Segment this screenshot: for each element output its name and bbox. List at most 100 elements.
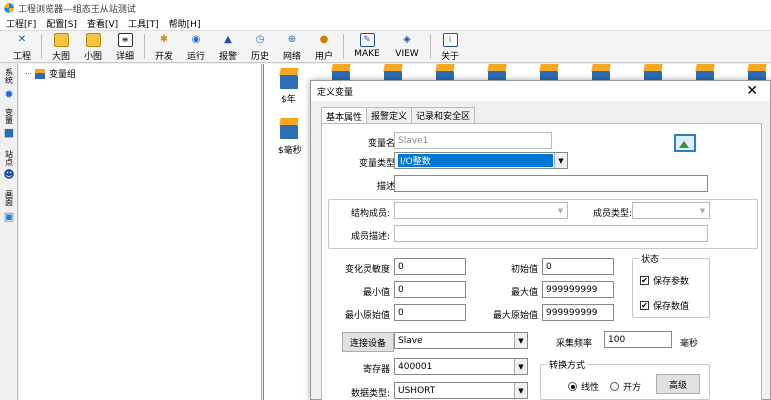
- save-params-checkbox[interactable]: ✔ 保存参数: [640, 274, 689, 287]
- toolbar-large-view-button[interactable]: 大图: [45, 31, 77, 62]
- menu-config[interactable]: 配置[S]: [46, 17, 77, 30]
- struct-member-select[interactable]: ▼: [394, 202, 568, 219]
- history-icon: ◷: [255, 34, 265, 45]
- cube-icon: ■: [3, 126, 15, 139]
- dialog-tabs: 基本属性 报警定义 记录和安全区: [321, 107, 476, 124]
- struct-member-label: 结构成员:: [350, 209, 390, 219]
- save-value-label: 保存数值: [653, 302, 690, 312]
- about-icon: i: [442, 33, 458, 47]
- radio-icon: [610, 382, 619, 391]
- variable-label: $毫秒: [278, 146, 302, 156]
- connect-device-button[interactable]: 连接设备: [342, 332, 394, 352]
- network-icon: ⊕: [287, 34, 297, 45]
- data-type-select[interactable]: USHORT ▼: [394, 382, 528, 399]
- init-label: 初始值: [510, 265, 538, 275]
- data-type-label: 数据类型:: [350, 389, 390, 399]
- toolbar-about-button[interactable]: i 关于: [434, 31, 466, 62]
- picture-icon[interactable]: [674, 134, 696, 152]
- toolbar-network-button[interactable]: ⊕ 网络: [276, 31, 308, 62]
- device-select[interactable]: Slave ▼: [394, 332, 528, 349]
- dialog-title-bar: 定义变量 ✕: [311, 81, 770, 101]
- var-type-value: I/O整数: [398, 154, 553, 167]
- variable-tree: 变量组: [19, 64, 262, 400]
- close-icon[interactable]: ✕: [746, 83, 758, 99]
- member-type-select[interactable]: ▼: [632, 202, 710, 219]
- chevron-down-icon[interactable]: ▼: [554, 153, 567, 168]
- toolbar-alarm-button[interactable]: ▲ 报警: [212, 31, 244, 62]
- chevron-down-icon[interactable]: ▼: [696, 203, 709, 218]
- cube-icon: [35, 68, 45, 79]
- register-select[interactable]: 400001 ▼: [394, 358, 528, 375]
- data-type-value: USHORT: [398, 385, 436, 396]
- sqrt-radio[interactable]: 开方: [610, 380, 641, 393]
- side-tab-system[interactable]: 系统: [2, 68, 16, 84]
- side-tab-label: 画面: [4, 190, 14, 206]
- max-raw-label: 最大原始值: [492, 311, 538, 321]
- menu-project[interactable]: 工程[F]: [6, 17, 36, 30]
- var-name-label: 变量名:: [367, 139, 398, 149]
- side-tab-stations[interactable]: 站点: [2, 150, 16, 166]
- advanced-button[interactable]: 高级: [656, 374, 700, 394]
- window-title: 工程浏览器---组态王从站测试: [18, 4, 136, 15]
- menu-tools[interactable]: 工具[T]: [128, 17, 159, 30]
- side-tab-variables[interactable]: 变量: [2, 108, 16, 124]
- run-icon: ◉: [191, 34, 201, 45]
- variable-item-year[interactable]: [278, 68, 300, 90]
- sensitivity-input[interactable]: 0: [394, 258, 466, 275]
- chevron-down-icon[interactable]: ▼: [514, 333, 527, 348]
- project-icon: ✕: [17, 34, 27, 45]
- min-raw-input[interactable]: 0: [394, 304, 466, 321]
- register-value: 400001: [398, 361, 433, 372]
- tab-alarm-definition[interactable]: 报警定义: [366, 107, 413, 123]
- var-type-select[interactable]: I/O整数 ▼: [394, 152, 568, 169]
- make-icon: ✎: [359, 33, 375, 47]
- tab-basic-properties[interactable]: 基本属性: [321, 107, 368, 124]
- init-input[interactable]: 0: [542, 258, 614, 275]
- toolbar-develop-button[interactable]: ✱ 开发: [148, 31, 180, 62]
- toolbar-separator: [41, 34, 42, 59]
- member-desc-input[interactable]: [394, 225, 708, 242]
- max-label: 最大值: [510, 288, 538, 298]
- min-input[interactable]: 0: [394, 281, 466, 298]
- save-value-checkbox[interactable]: ✔ 保存数值: [640, 299, 689, 312]
- chevron-down-icon[interactable]: ▼: [514, 359, 527, 374]
- toolbar-run-button[interactable]: ◉ 运行: [180, 31, 212, 62]
- sensitivity-label: 变化灵敏度: [344, 265, 390, 275]
- toolbar-view-button[interactable]: ◈ VIEW: [387, 31, 427, 62]
- status-group-title: 状态: [639, 252, 662, 265]
- sqrt-label: 开方: [623, 383, 642, 393]
- alarm-icon: ▲: [224, 34, 232, 45]
- toolbar-detail-view-button[interactable]: ≡ 详细: [109, 31, 141, 62]
- chevron-down-icon[interactable]: ▼: [554, 203, 567, 218]
- menu-view[interactable]: 查看[V]: [87, 17, 118, 30]
- toolbar-user-button[interactable]: ● 用户: [308, 31, 340, 62]
- toolbar-small-view-button[interactable]: 小图: [77, 31, 109, 62]
- menu-help[interactable]: 帮助[H]: [169, 17, 201, 30]
- develop-icon: ✱: [159, 34, 169, 45]
- tab-record-security[interactable]: 记录和安全区: [411, 107, 476, 123]
- toolbar-project-button[interactable]: ✕ 工程: [6, 31, 38, 62]
- picture-icon: ▣: [3, 210, 15, 223]
- toolbar-history-button[interactable]: ◷ 历史: [244, 31, 276, 62]
- variable-label: $年: [281, 95, 296, 105]
- dialog-title: 定义变量: [317, 87, 354, 98]
- side-tab-screens[interactable]: 画面: [2, 190, 16, 206]
- max-raw-input[interactable]: 999999999: [542, 304, 614, 321]
- linear-label: 线性: [581, 383, 600, 393]
- variable-item-millisecond[interactable]: [278, 118, 300, 140]
- linear-radio[interactable]: 线性: [568, 380, 599, 393]
- max-input[interactable]: 999999999: [542, 281, 614, 298]
- sample-rate-input[interactable]: 100: [604, 331, 672, 348]
- member-desc-label: 成员描述:: [350, 232, 390, 242]
- save-params-label: 保存参数: [653, 277, 690, 287]
- basic-properties-pane: 变量名: Slave1 变量类型: I/O整数 ▼ 描述: 结构成员: ▼ 成员…: [321, 123, 762, 400]
- check-icon: ✔: [640, 300, 649, 310]
- desc-input[interactable]: [394, 175, 708, 192]
- var-name-input[interactable]: Slave1: [394, 132, 552, 149]
- chevron-down-icon[interactable]: ▼: [514, 383, 527, 398]
- toolbar-make-button[interactable]: ✎ MAKE: [347, 31, 387, 62]
- tree-node-variable-group[interactable]: 变量组: [25, 67, 76, 80]
- gear-icon: ✹: [4, 88, 14, 101]
- toolbar: ✕ 工程 大图 小图 ≡ 详细 ✱ 开发 ◉ 运行 ▲ 报警 ◷ 历史 ⊕ 网络…: [0, 31, 771, 63]
- tree-node-label: 变量组: [49, 70, 77, 80]
